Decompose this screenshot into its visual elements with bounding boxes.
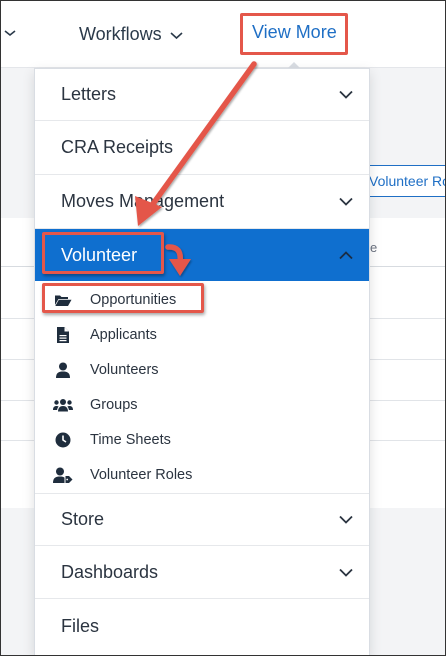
chevron-down-icon[interactable] <box>4 26 16 40</box>
menu-section-volunteer[interactable]: Volunteer <box>35 229 369 281</box>
chevron-down-icon <box>339 90 353 99</box>
submenu-item-applicants[interactable]: Applicants <box>35 317 369 352</box>
menu-section-label: CRA Receipts <box>61 137 174 157</box>
submenu-item-label: Volunteers <box>90 361 159 378</box>
folder-open-icon <box>53 290 73 310</box>
menu-section-cra-receipts[interactable]: CRA Receipts <box>35 121 369 175</box>
menu-section-label: Moves Management <box>61 191 225 211</box>
submenu-item-volunteers[interactable]: Volunteers <box>35 352 369 387</box>
menu-section-label: Files <box>61 615 100 636</box>
submenu-item-time-sheets[interactable]: Time Sheets <box>35 422 369 457</box>
menu-section-moves-management[interactable]: Moves Management <box>35 175 369 229</box>
submenu-item-label: Time Sheets <box>90 431 171 448</box>
chevron-down-icon <box>170 32 183 40</box>
submenu-item-opportunities[interactable]: Opportunities <box>35 282 369 317</box>
submenu-item-volunteer-roles[interactable]: Volunteer Roles <box>35 457 369 492</box>
submenu-item-label: Volunteer Roles <box>90 466 193 483</box>
column-header: e <box>370 240 378 255</box>
view-more-dropdown: Letters CRA Receipts Moves Management Vo… <box>34 68 370 656</box>
menu-section-label: Volunteer <box>61 244 138 265</box>
menu-section-dashboards[interactable]: Dashboards <box>35 546 369 599</box>
menu-section-files[interactable]: Files <box>35 599 369 653</box>
chevron-down-icon <box>339 197 353 206</box>
chevron-down-icon <box>339 515 353 524</box>
submenu-item-label: Opportunities <box>90 291 177 308</box>
chevron-down-icon <box>339 568 353 577</box>
chevron-up-icon <box>339 250 353 259</box>
submenu-item-label: Applicants <box>90 326 157 343</box>
menu-section-letters[interactable]: Letters <box>35 69 369 121</box>
nav-workflows[interactable]: Workflows <box>79 22 183 46</box>
menu-section-label: Letters <box>61 84 117 104</box>
user-tag-icon <box>53 465 73 485</box>
user-icon <box>53 360 73 380</box>
top-navigation-bar: Workflows View More <box>0 0 446 68</box>
nav-view-more[interactable]: View More <box>252 22 337 46</box>
menu-section-label: Store <box>61 509 105 529</box>
menu-section-label: Dashboards <box>61 561 159 582</box>
clock-icon <box>53 430 73 450</box>
menu-section-store[interactable]: Store <box>35 494 369 546</box>
nav-workflows-label: Workflows <box>79 23 162 44</box>
volunteer-roles-button[interactable]: Volunteer Roles <box>362 165 446 197</box>
file-icon <box>53 325 73 345</box>
submenu-item-groups[interactable]: Groups <box>35 387 369 422</box>
users-icon <box>53 395 73 415</box>
submenu-item-label: Groups <box>90 396 138 413</box>
